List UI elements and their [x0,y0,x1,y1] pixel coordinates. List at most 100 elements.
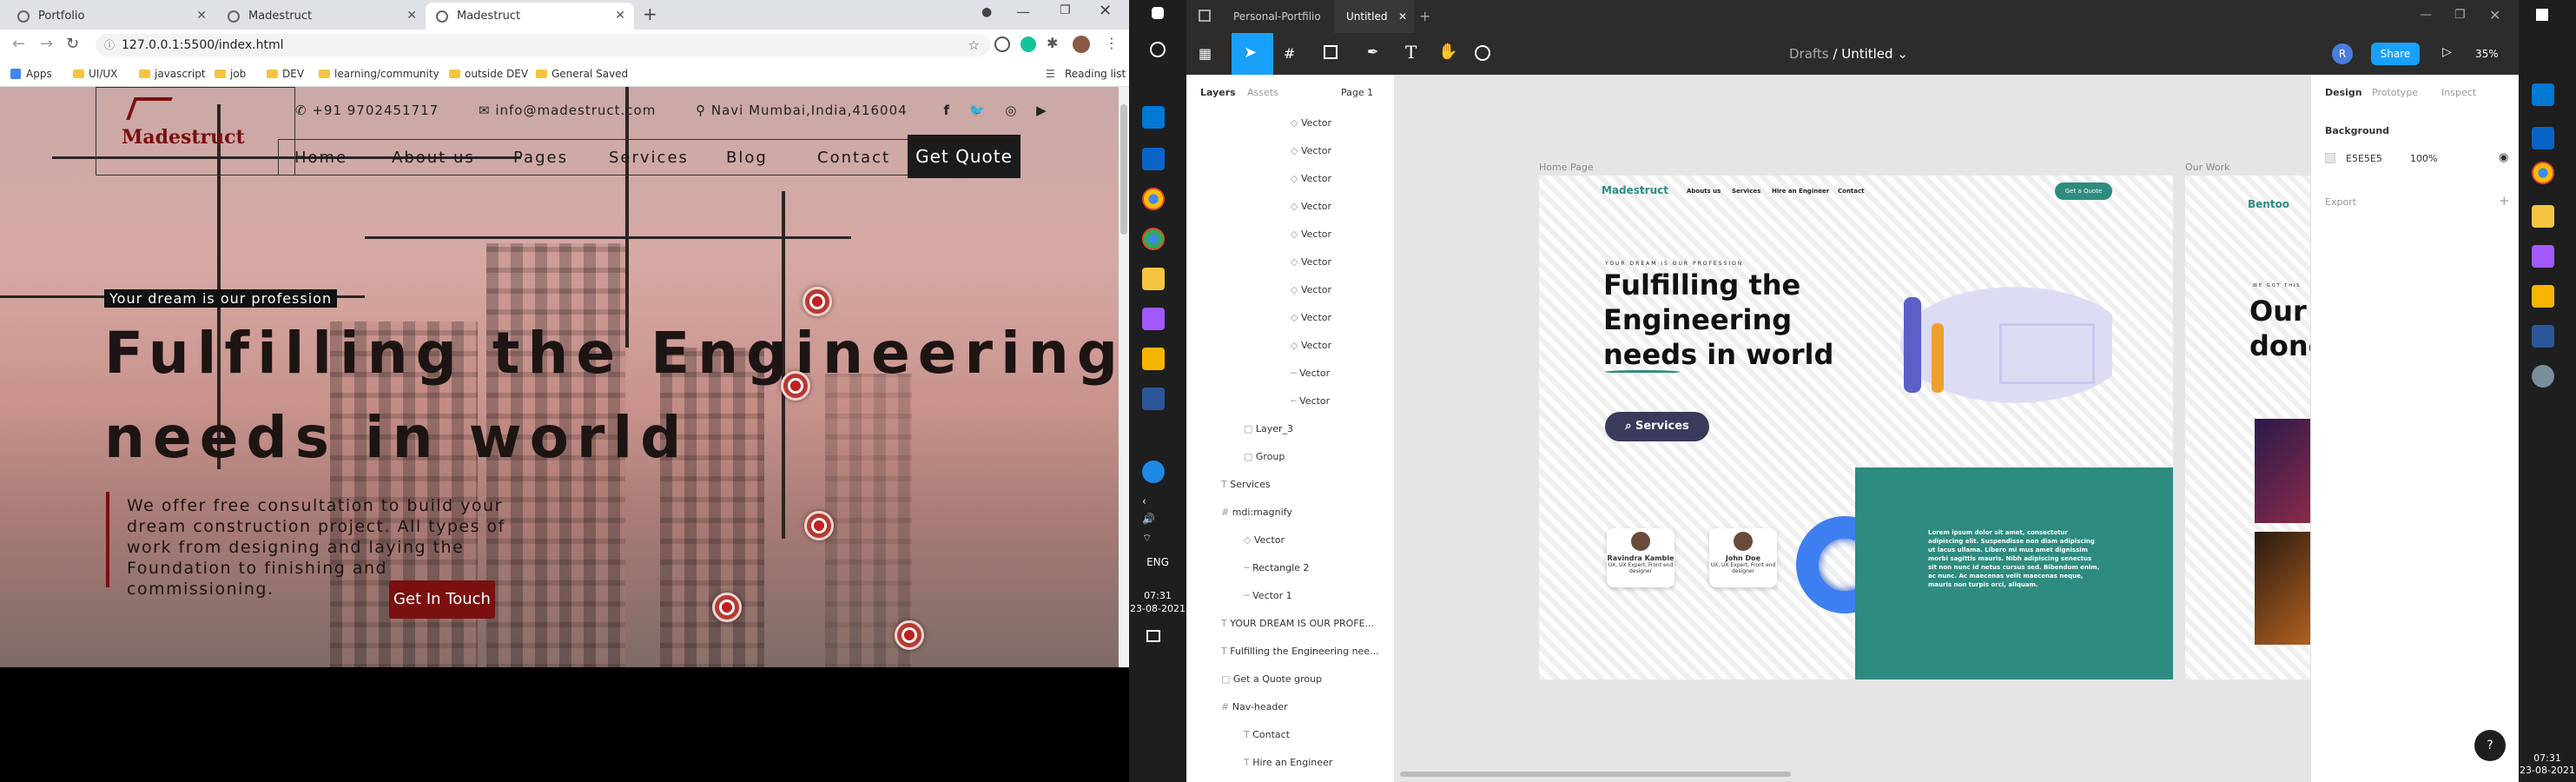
zoom-level[interactable]: 35% [2475,33,2499,75]
help-button[interactable]: ? [2474,730,2506,761]
layer-item[interactable]: T Fulfilling the Engineering nee... [1221,638,1379,666]
home-icon[interactable] [1199,10,1211,22]
layer-item[interactable]: ▢ Get a Quote group [1221,666,1322,693]
avatar[interactable]: R [2332,43,2353,64]
youtube-icon[interactable]: ▶ [1036,103,1047,118]
page-selector[interactable]: Page 1 [1341,87,1373,98]
phone-text[interactable]: +91 9702451717 [312,103,439,118]
clock[interactable]: 07:31 23-08-2021 [1129,589,1186,615]
facebook-icon[interactable]: f [943,103,950,118]
layer-item[interactable]: ◇ Vector [1291,276,1331,304]
hotspot-marker[interactable] [804,511,834,540]
chrome-icon[interactable] [1142,228,1165,250]
back-icon[interactable]: ← [12,35,25,53]
sublime-icon[interactable] [1142,348,1165,370]
breadcrumb-file[interactable]: Untitled [1841,46,1892,62]
move-tool[interactable]: ➤ [1232,33,1273,75]
nav-pages[interactable]: Pages [513,140,568,176]
layer-item[interactable]: ▢ Layer_3 [1244,415,1293,443]
layer-item[interactable]: ─ Vector [1291,388,1330,415]
nav-blog[interactable]: Blog [726,140,768,176]
layer-item[interactable]: T Hire an Engineer [1244,749,1332,777]
word-icon[interactable] [2532,325,2554,348]
bookmark-uiux[interactable]: UI/UX [71,61,117,87]
weather-icon[interactable] [2532,365,2554,388]
get-quote-button[interactable]: Get Quote [908,135,1020,178]
nav-contact[interactable]: Contact [817,140,890,176]
puzzle-icon[interactable]: ✱ [1047,35,1058,51]
language-indicator[interactable]: ENG [1129,556,1186,568]
vscode-icon[interactable] [1142,106,1165,129]
clock[interactable]: 07:31 23-08-2021 [2519,752,2576,777]
twitter-icon[interactable]: 🐦 [969,103,987,118]
notification-icon[interactable] [1146,630,1160,642]
figma-tab-portfolio[interactable]: Personal-Portfilio [1221,0,1333,33]
instagram-icon[interactable]: ◎ [1005,103,1017,118]
word-icon[interactable] [1142,388,1165,410]
minimize-button[interactable]: — [1016,3,1030,20]
share-button[interactable]: Share [2371,43,2420,65]
layer-item[interactable]: ◇ Vector [1291,193,1331,221]
nav-home[interactable]: Home [294,140,347,176]
scrollbar-thumb[interactable] [1120,104,1127,235]
hotspot-marker[interactable] [803,287,832,316]
color-swatch[interactable] [2325,153,2335,163]
address-bar[interactable]: ⓘ 127.0.0.1:5500/index.html ☆ [96,34,990,56]
volume-icon[interactable]: 🔊 [1142,513,1155,525]
frame-label-home[interactable]: Home Page [1539,162,1594,173]
figma-icon[interactable] [1142,308,1165,330]
vscode-icon[interactable] [2532,83,2554,106]
frame-label-work[interactable]: Our Work [2185,162,2230,173]
site-logo[interactable]: Madestruct [122,126,245,149]
layer-item[interactable]: ─ Vector [1291,360,1330,388]
chrome-icon[interactable] [2532,162,2554,184]
layer-item[interactable]: ◇ Vector [1291,304,1331,332]
minimize-button[interactable]: — [2420,8,2432,22]
tab-design[interactable]: Design [2325,87,2362,98]
new-tab-button[interactable]: + [643,3,657,24]
layer-item[interactable]: # mdi:magnify [1221,499,1292,527]
add-export-icon[interactable]: + [2499,193,2510,209]
bookmark-apps[interactable]: Apps [9,61,52,87]
layer-item[interactable]: ─ Vector 1 [1244,582,1292,610]
close-icon[interactable]: ✕ [406,3,417,30]
layer-item[interactable]: ◇ Vector [1291,221,1331,249]
breadcrumb-drafts[interactable]: Drafts [1789,46,1829,62]
figma-menu-icon[interactable]: ▦ [1199,45,1212,62]
menu-icon[interactable]: ⋮ [1105,35,1119,51]
comment-tool-icon[interactable] [1475,45,1490,61]
play-icon[interactable]: ▷ [2442,45,2452,59]
close-window-button[interactable]: ✕ [1099,2,1112,20]
tab-layers[interactable]: Layers [1200,87,1236,98]
tab-portfolio[interactable]: Portfolio ✕ [7,3,215,30]
chrome-icon[interactable] [1142,188,1165,210]
close-icon[interactable]: ✕ [615,3,625,30]
layer-item[interactable]: ◇ Vector [1291,137,1331,165]
file-breadcrumb[interactable]: Drafts / Untitled ⌄ [1789,33,1908,75]
bookmark-javascript[interactable]: javascript [137,61,206,87]
avatar[interactable] [1073,36,1090,53]
extension-icon[interactable] [994,36,1010,52]
layer-item[interactable]: ◇ Vector [1291,109,1331,137]
hand-tool-icon[interactable]: ✋ [1438,43,1457,61]
rectangle-tool-icon[interactable] [1324,45,1338,59]
layer-item[interactable]: ◇ Vector [1291,332,1331,360]
email-text[interactable]: info@madestruct.com [495,103,656,118]
frame-our-work[interactable]: Bentoo WE GOT THIS Our w done [2185,176,2342,679]
restore-button[interactable]: ❐ [2454,8,2466,22]
close-window-button[interactable]: ✕ [2489,7,2500,23]
forward-icon[interactable]: → [40,35,53,53]
help-circle-icon[interactable] [1142,461,1165,483]
tab-inspect[interactable]: Inspect [2441,87,2476,98]
nav-about[interactable]: About us [392,140,475,176]
new-tab-button[interactable]: + [1419,8,1430,24]
chevron-down-icon[interactable]: ⌄ [1897,46,1908,62]
figma-icon[interactable] [2532,245,2554,268]
layer-item[interactable]: ◇ Vector [1244,527,1285,554]
windows-start-icon[interactable] [2536,9,2548,21]
windows-start-icon[interactable] [1152,7,1164,19]
bookmark-general[interactable]: General Saved [534,61,628,87]
layer-item[interactable]: T YOUR DREAM IS OUR PROFE... [1221,610,1374,638]
eye-icon[interactable]: ◉ [2499,151,2508,164]
layer-item[interactable]: ▢ Group [1244,443,1285,471]
